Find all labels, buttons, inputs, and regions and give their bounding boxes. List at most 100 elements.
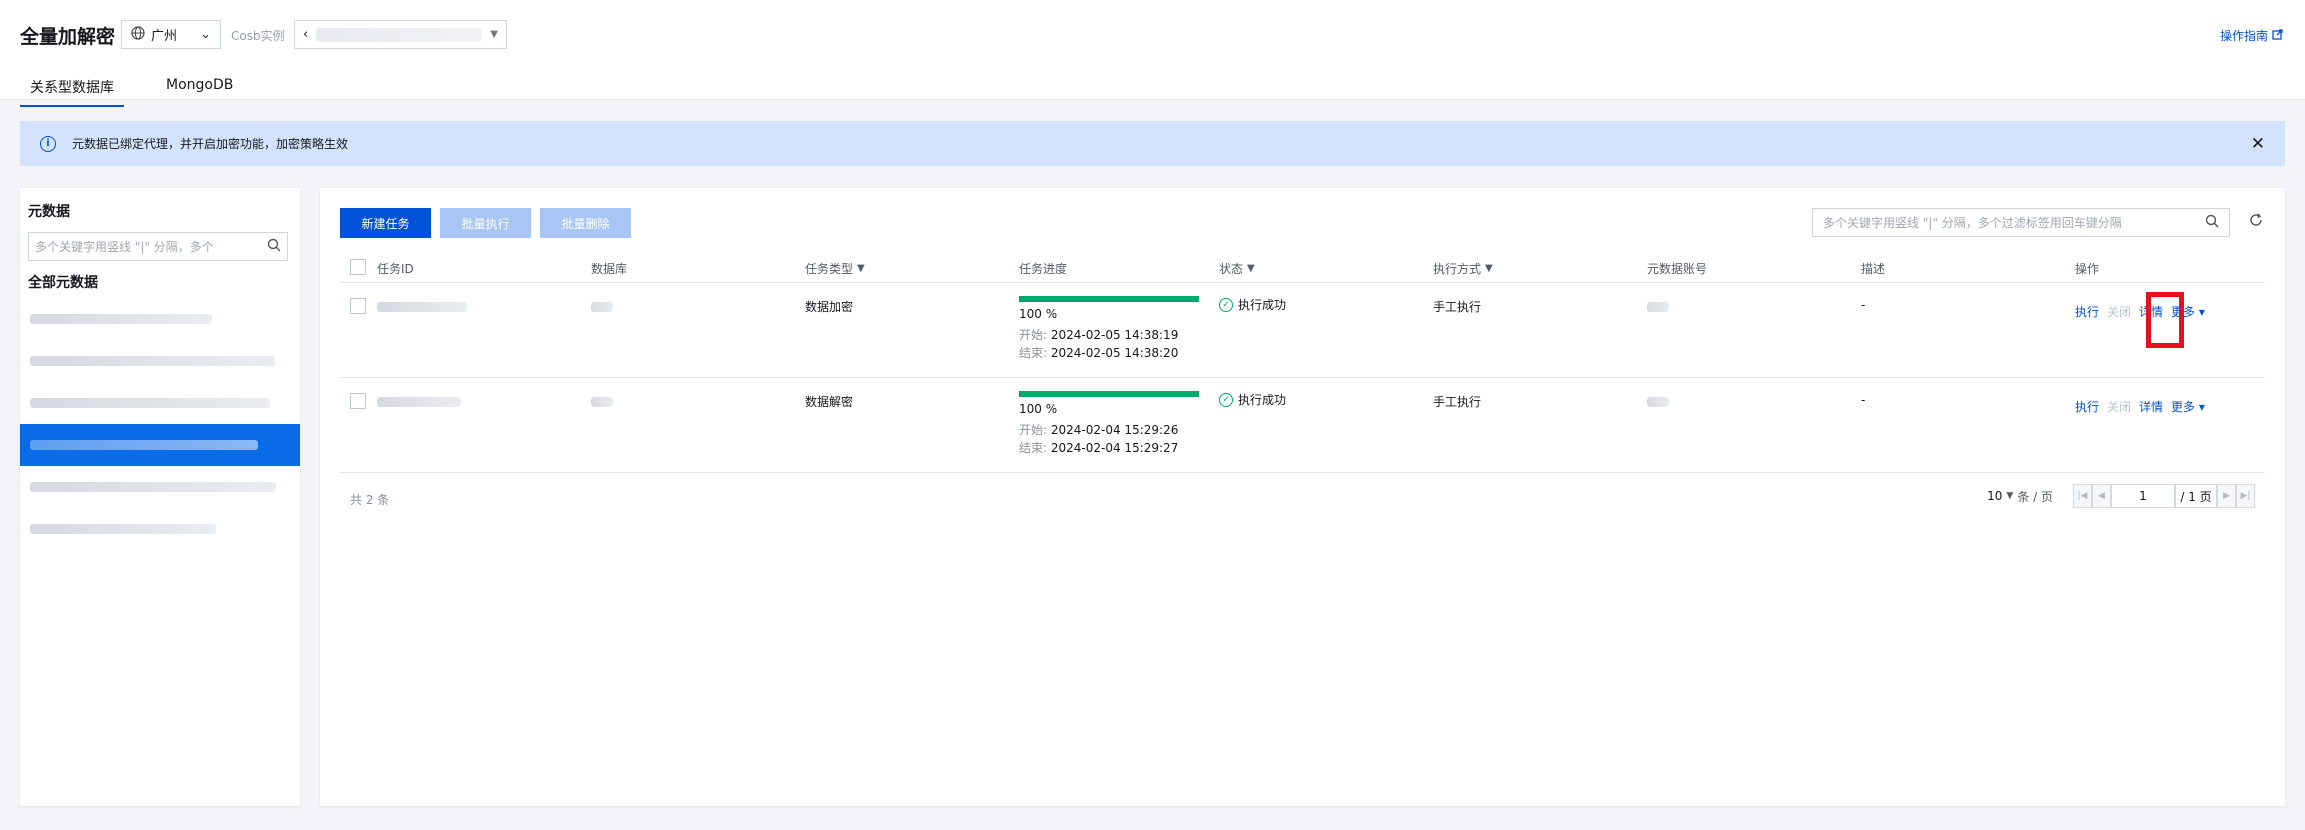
col-exec-mode-label: 执行方式 (1433, 262, 1482, 276)
region-select[interactable]: 广州 ⌄ (121, 20, 221, 49)
close-link[interactable]: 关闭 (2107, 398, 2131, 415)
more-menu[interactable]: 更多 ▾ (2171, 398, 2205, 415)
col-task-id: 任务ID (377, 262, 414, 276)
start-label: 开始: (1019, 423, 1048, 437)
metadata-panel: 元数据 多个关键字用竖线 "|" 分隔，多个 全部元数据 (20, 188, 300, 806)
table-footer: 共 2 条 10 ▼ 条 / 页 |◀ ◀ 1 / 1 页 ▶ ▶| (340, 475, 2265, 517)
start-time: 开始: 2024-02-05 14:38:19 (1019, 326, 1178, 343)
all-metadata-label[interactable]: 全部元数据 (28, 272, 98, 292)
col-meta-account: 元数据账号 (1647, 262, 1708, 276)
check-circle-icon: ✓ (1219, 392, 1233, 407)
table-row: 数据解密 100 % 开始: 2024-02-04 15:29:26 结束: 2… (340, 378, 2265, 473)
batch-execute-button[interactable]: 批量执行 (440, 208, 531, 238)
metadata-title: 元数据 (28, 204, 70, 220)
detail-link[interactable]: 详情 (2139, 398, 2163, 415)
next-page-icon[interactable]: ▶ (2217, 484, 2236, 508)
top-bar: 全量加解密 广州 ⌄ Cosb实例 ‹ ▼ 操作指南 关系型数据库 MongoD… (0, 0, 2305, 107)
page-size-unit: 条 / 页 (2017, 489, 2053, 504)
table-row: 数据加密 100 % 开始: 2024-02-05 14:38:19 结束: 2… (340, 283, 2265, 378)
filter-icon[interactable]: ▼ (857, 263, 865, 274)
table-header: 任务ID 数据库 任务类型 ▼ 任务进度 状态 ▼ 执行方式 ▼ 元数据账号 描… (340, 251, 2265, 283)
status-text: 执行成功 (1238, 298, 1287, 312)
end-time: 结束: 2024-02-04 15:29:27 (1019, 439, 1178, 456)
progress-text: 100 % (1019, 402, 1058, 416)
refresh-icon[interactable] (2249, 212, 2263, 231)
execute-link[interactable]: 执行 (2075, 398, 2099, 415)
total-pages: / 1 页 (2175, 484, 2217, 508)
page-size-select[interactable]: 10 ▼ 条 / 页 (1987, 488, 2053, 505)
end-label: 结束: (1019, 346, 1048, 360)
caret-down-icon: ▼ (490, 29, 498, 40)
guide-link[interactable]: 操作指南 (2220, 27, 2283, 44)
tab-relational[interactable]: 关系型数据库 (20, 70, 124, 107)
row-actions: 执行 关闭 详情 更多 ▾ (2075, 303, 2205, 320)
pagination: 10 ▼ 条 / 页 |◀ ◀ 1 / 1 页 ▶ ▶| (1987, 484, 2255, 508)
instance-select[interactable]: ‹ ▼ (294, 20, 507, 49)
close-icon[interactable]: ✕ (2251, 134, 2265, 154)
globe-icon (131, 25, 145, 44)
task-table: 任务ID 数据库 任务类型 ▼ 任务进度 状态 ▼ 执行方式 ▼ 元数据账号 描… (340, 251, 2265, 508)
task-search-input[interactable]: 多个关键字用竖线 "|" 分隔，多个过滤标签用回车键分隔 (1812, 208, 2230, 237)
region-value: 广州 (151, 29, 178, 44)
batch-delete-button[interactable]: 批量删除 (540, 208, 631, 238)
row-checkbox[interactable] (350, 393, 366, 409)
page-title: 全量加解密 (20, 26, 116, 48)
meta-account-redacted (1647, 397, 1669, 407)
redacted-text (30, 356, 275, 366)
status-badge: ✓ 执行成功 (1219, 296, 1286, 313)
list-item-selected[interactable] (20, 424, 300, 466)
search-icon[interactable] (2205, 214, 2219, 231)
task-type: 数据解密 (805, 395, 854, 409)
start-value: 2024-02-05 14:38:19 (1050, 328, 1179, 342)
row-checkbox[interactable] (350, 298, 366, 314)
meta-account-redacted (1647, 302, 1669, 312)
col-database: 数据库 (591, 262, 628, 276)
db-type-tabs: 关系型数据库 MongoDB (20, 70, 243, 107)
new-task-button[interactable]: 新建任务 (340, 208, 431, 238)
progress-text: 100 % (1019, 307, 1058, 321)
list-item[interactable] (20, 382, 300, 424)
metadata-search-placeholder: 多个关键字用竖线 "|" 分隔，多个 (35, 240, 214, 254)
filter-icon[interactable]: ▼ (1247, 263, 1255, 274)
instance-value-redacted (316, 27, 483, 42)
alert-message: 元数据已绑定代理，并开启加密功能，加密策略生效 (72, 137, 349, 151)
instance-label: Cosb实例 (231, 29, 285, 43)
metadata-search-input[interactable]: 多个关键字用竖线 "|" 分隔，多个 (28, 232, 288, 261)
external-link-icon (2272, 28, 2283, 43)
row-actions: 执行 关闭 详情 更多 ▾ (2075, 398, 2205, 415)
task-id-redacted (377, 397, 461, 407)
progress-bar (1019, 391, 1199, 397)
search-icon[interactable] (267, 238, 281, 255)
list-item[interactable] (20, 298, 300, 340)
desc: - (1861, 393, 1866, 407)
last-page-icon[interactable]: ▶| (2236, 484, 2255, 508)
start-value: 2024-02-04 15:29:26 (1050, 423, 1179, 437)
col-ops: 操作 (2075, 262, 2100, 276)
list-item[interactable] (20, 340, 300, 382)
guide-link-label: 操作指南 (2219, 29, 2268, 43)
page-number-input[interactable]: 1 (2111, 484, 2175, 508)
prev-page-icon[interactable]: ◀ (2092, 484, 2111, 508)
status-text: 执行成功 (1238, 393, 1287, 407)
caret-down-icon: ▼ (2006, 491, 2014, 501)
page-size-value: 10 (1987, 489, 2003, 503)
list-item[interactable] (20, 466, 300, 508)
redacted-text (30, 482, 276, 492)
start-label: 开始: (1019, 328, 1048, 342)
filter-icon[interactable]: ▼ (1485, 263, 1493, 274)
col-desc: 描述 (1861, 262, 1886, 276)
exec-mode: 手工执行 (1433, 300, 1482, 314)
tab-mongodb[interactable]: MongoDB (156, 70, 243, 107)
col-status: 状态 ▼ (1219, 260, 1255, 277)
execute-link[interactable]: 执行 (2075, 303, 2099, 320)
first-page-icon[interactable]: |◀ (2073, 484, 2092, 508)
metadata-list (20, 298, 300, 550)
close-link[interactable]: 关闭 (2107, 303, 2131, 320)
info-alert: i 元数据已绑定代理，并开启加密功能，加密策略生效 ✕ (20, 121, 2285, 166)
task-type: 数据加密 (805, 300, 854, 314)
col-status-label: 状态 (1219, 262, 1244, 276)
select-all-checkbox[interactable] (350, 259, 366, 275)
instance-prefix: ‹ (303, 27, 309, 42)
list-item[interactable] (20, 508, 300, 550)
progress-bar (1019, 296, 1199, 302)
